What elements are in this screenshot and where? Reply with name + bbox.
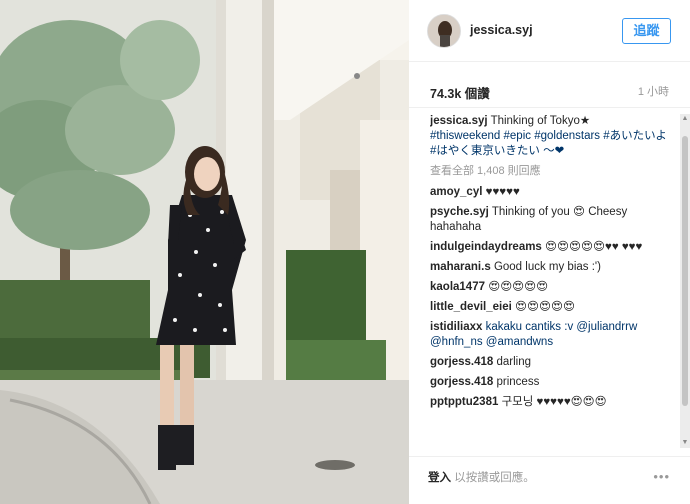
comment-username[interactable]: psyche.syj <box>430 206 489 218</box>
caption-hashtags[interactable]: #thisweekend #epic #goldenstars #あいたいよ <box>430 130 667 142</box>
comment-item: little_devil_eiei 😍😍😍😍😍 <box>430 300 676 315</box>
post-time[interactable]: 1 小時 <box>638 83 669 99</box>
post-footer: 登入 以按讚或回應。 ••• <box>409 456 690 504</box>
comment-text: darling <box>496 356 532 368</box>
comment-username[interactable]: little_devil_eiei <box>430 301 512 313</box>
comment-item: istidiliaxx kakaku cantiks :v @juliandrr… <box>430 320 676 350</box>
comment-item: gorjess.418 princess <box>430 375 676 390</box>
photo-illustration <box>0 0 409 504</box>
avatar-image <box>428 15 460 47</box>
comment-username[interactable]: maharani.s <box>430 261 491 273</box>
comments-scrollbar[interactable]: ▲ ▼ <box>680 114 690 448</box>
comment-item: pptpptu2381 구모닝 ♥♥♥♥♥😍😍😍 <box>430 395 676 410</box>
comment-username[interactable]: indulgeindaydreams <box>430 241 542 253</box>
stats-row: 74.3k 個讚 1 小時 <box>409 62 690 108</box>
caption-text: Thinking of Tokyo★ <box>490 115 591 127</box>
post-photo[interactable] <box>0 0 409 504</box>
comment-username[interactable]: kaola1477 <box>430 281 485 293</box>
login-prompt-text: 以按讚或回應。 <box>451 472 535 484</box>
comment-text: Good luck my bias :') <box>493 261 601 273</box>
caption: jessica.syj Thinking of Tokyo★ #thisweek… <box>430 114 676 159</box>
comment-username[interactable]: amoy_cyl <box>430 186 482 198</box>
login-link[interactable]: 登入 <box>428 472 451 484</box>
comment-item: psyche.syj Thinking of you 😍 Cheesy haha… <box>430 205 676 235</box>
scroll-down-arrow-icon[interactable]: ▼ <box>680 438 690 448</box>
caption-hashtags-2[interactable]: #はやく東京いきたい 〜❤ <box>430 145 564 157</box>
post-viewer: jessica.syj 追蹤 74.3k 個讚 1 小時 jessica.syj… <box>0 0 690 504</box>
comment-text: ♥♥♥♥♥ <box>485 186 520 198</box>
comment-item: gorjess.418 darling <box>430 355 676 370</box>
comment-item: indulgeindaydreams 😍😍😍😍😍♥♥ ♥♥♥ <box>430 240 676 255</box>
comment-username[interactable]: gorjess.418 <box>430 356 493 368</box>
comments-list: jessica.syj Thinking of Tokyo★ #thisweek… <box>430 114 676 448</box>
comment-username[interactable]: istidiliaxx <box>430 321 482 333</box>
post-side-panel: jessica.syj 追蹤 74.3k 個讚 1 小時 jessica.syj… <box>409 0 690 504</box>
caption-username[interactable]: jessica.syj <box>430 115 488 127</box>
comment-item: amoy_cyl ♥♥♥♥♥ <box>430 185 676 200</box>
comment-item: kaola1477 😍😍😍😍😍 <box>430 280 676 295</box>
view-all-comments-link[interactable]: 查看全部 1,408 則回應 <box>430 164 676 179</box>
post-header: jessica.syj 追蹤 <box>409 0 690 62</box>
comment-text: princess <box>496 376 540 388</box>
scrollbar-thumb[interactable] <box>682 136 688 406</box>
comment-text: 😍😍😍😍😍 <box>488 281 549 293</box>
avatar[interactable] <box>427 14 461 48</box>
header-username[interactable]: jessica.syj <box>470 23 533 37</box>
login-prompt: 登入 以按讚或回應。 <box>428 469 535 485</box>
comment-text: 구모닝 ♥♥♥♥♥😍😍😍 <box>501 396 607 408</box>
comment-item: maharani.s Good luck my bias :') <box>430 260 676 275</box>
comment-username[interactable]: pptpptu2381 <box>430 396 498 408</box>
scroll-up-arrow-icon[interactable]: ▲ <box>680 114 690 124</box>
follow-button[interactable]: 追蹤 <box>622 18 671 44</box>
more-options-icon[interactable]: ••• <box>653 469 670 484</box>
like-count[interactable]: 74.3k 個讚 <box>430 83 490 102</box>
comment-text: 😍😍😍😍😍 <box>515 301 575 313</box>
comment-text: 😍😍😍😍😍♥♥ ♥♥♥ <box>545 241 643 253</box>
comment-username[interactable]: gorjess.418 <box>430 376 493 388</box>
